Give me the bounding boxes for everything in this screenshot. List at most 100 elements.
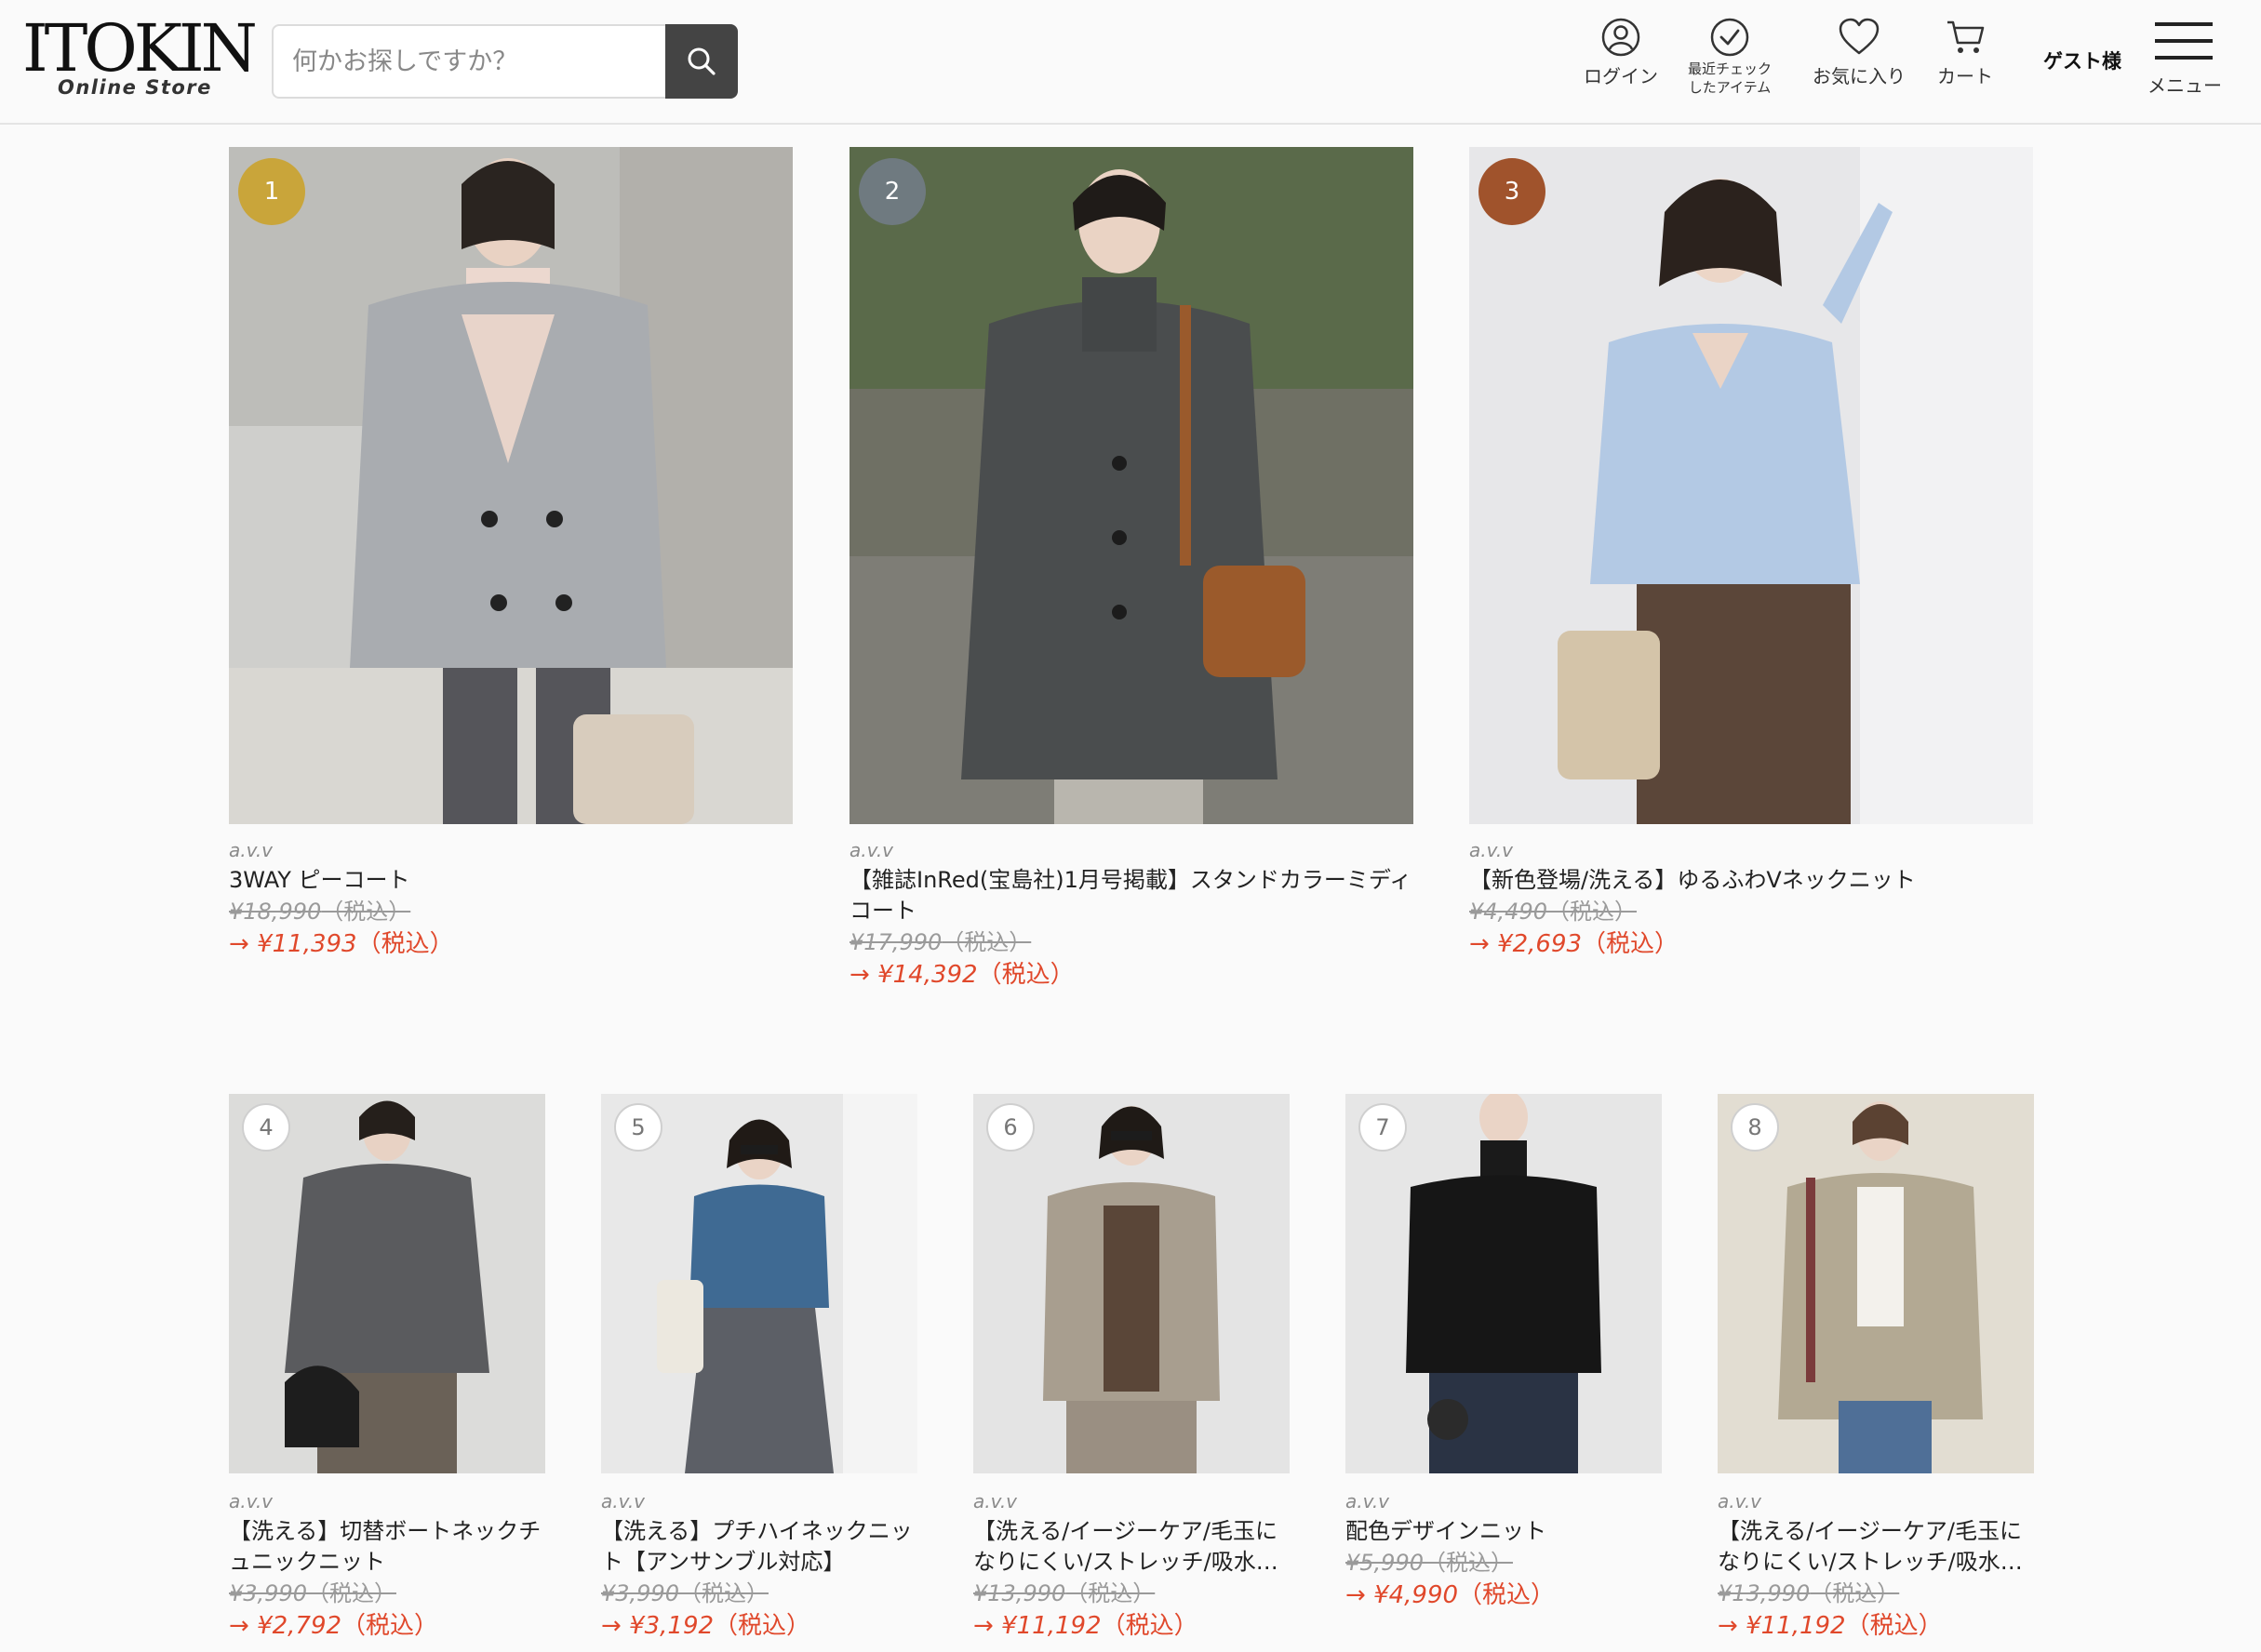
original-price: ¥3,990（税込）	[601, 1578, 917, 1609]
product-name[interactable]: 【洗える】切替ボートネックチュニックニット	[229, 1516, 545, 1578]
product-card[interactable]: 7 a.v.v 配色デザインニット ¥5,990（税込） → ¥4,990（税込…	[1345, 1094, 1662, 1652]
tax-label: （税込）	[356, 930, 454, 958]
rank-badge: 8	[1731, 1103, 1779, 1152]
product-image[interactable]: 5	[601, 1094, 917, 1473]
original-price-value: ¥4,490	[1469, 899, 1547, 925]
user-icon	[1601, 18, 1640, 57]
product-name[interactable]: 【洗える/イージーケア/毛玉になりにくい/ストレッチ/吸水…	[1718, 1516, 2034, 1578]
original-price-value: ¥3,990	[601, 1580, 679, 1606]
product-name[interactable]: 【雑誌InRed(宝島社)1月号掲載】スタンドカラーミディコート	[850, 865, 1413, 926]
tax-label: （税込）	[341, 1612, 439, 1640]
sale-price-value: ¥3,192	[629, 1612, 715, 1640]
product-card[interactable]: 1 a.v.v 3WAY ピーコート ¥18,990（税込） → ¥11,393…	[229, 147, 793, 984]
search-button[interactable]	[665, 24, 738, 99]
product-name[interactable]: 配色デザインニット	[1345, 1516, 1662, 1547]
cart-label: カート	[1937, 65, 1993, 87]
product-image[interactable]: 1	[229, 147, 793, 824]
original-price-value: ¥13,990	[1718, 1580, 1811, 1606]
tax-label: （税込）	[1582, 930, 1679, 958]
tax-label: （税込）	[306, 1580, 396, 1606]
product-brand: a.v.v	[1718, 1490, 1762, 1512]
product-photo	[601, 1094, 917, 1473]
product-image[interactable]: 3	[1469, 147, 2033, 824]
arrow-icon: →	[1469, 930, 1490, 958]
menu-label: メニュー	[2147, 74, 2222, 97]
product-info: a.v.v 配色デザインニット ¥5,990（税込） → ¥4,990（税込）	[1345, 1488, 1662, 1612]
search-input[interactable]	[272, 24, 665, 99]
product-photo	[229, 147, 793, 824]
sale-price: → ¥2,693（税込）	[1469, 927, 2033, 961]
product-name[interactable]: 【新色登場/洗える】ゆるふわVネックニット	[1469, 865, 2033, 896]
product-card[interactable]: 5 a.v.v 【洗える】プチハイネックニット【アンサンブル対応】 ¥3,990…	[601, 1094, 917, 1652]
search-icon	[688, 47, 716, 75]
original-price: ¥5,990（税込）	[1345, 1547, 1662, 1579]
tax-label: （税込）	[1458, 1581, 1556, 1609]
product-image[interactable]: 8	[1718, 1094, 2034, 1473]
product-image[interactable]: 7	[1345, 1094, 1662, 1473]
original-price: ¥18,990（税込）	[229, 896, 793, 927]
recently-viewed-link[interactable]: 最近チェック したアイテム	[1688, 17, 1772, 97]
rank-badge: 6	[986, 1103, 1035, 1152]
original-price: ¥17,990（税込）	[850, 926, 1413, 958]
product-photo	[1345, 1094, 1662, 1473]
product-brand: a.v.v	[229, 839, 274, 861]
itokin-logo[interactable]: ITOKIN Online Store	[22, 13, 258, 102]
rank-badge: 3	[1478, 158, 1545, 225]
product-card[interactable]: 4 a.v.v 【洗える】切替ボートネックチュニックニット ¥3,990（税込）…	[229, 1094, 545, 1652]
product-name[interactable]: 【洗える/イージーケア/毛玉になりにくい/ストレッチ/吸水…	[973, 1516, 1290, 1578]
cart-link[interactable]: カート	[1937, 17, 1993, 88]
login-label: ログイン	[1584, 65, 1658, 87]
recently-viewed-line1: 最近チェック	[1688, 60, 1773, 77]
arrow-icon: →	[850, 961, 870, 989]
original-price: ¥4,490（税込）	[1469, 896, 2033, 927]
arrow-icon: →	[229, 1612, 249, 1640]
product-photo	[1469, 147, 2033, 824]
tax-label: （税込）	[678, 1580, 769, 1606]
product-card[interactable]: 6 a.v.v 【洗える/イージーケア/毛玉になりにくい/ストレッチ/吸水… ¥…	[973, 1094, 1290, 1652]
product-brand: a.v.v	[850, 839, 894, 861]
arrow-icon: →	[601, 1612, 622, 1640]
sale-price-value: ¥11,192	[1001, 1612, 1102, 1640]
product-name[interactable]: 【洗える】プチハイネックニット【アンサンブル対応】	[601, 1516, 917, 1578]
favorites-label: お気に入り	[1813, 65, 1906, 87]
original-price-value: ¥13,990	[973, 1580, 1066, 1606]
tax-label: （税込）	[1546, 899, 1637, 925]
product-photo	[973, 1094, 1290, 1473]
cart-icon	[1947, 20, 1985, 53]
sale-price: → ¥4,990（税込）	[1345, 1579, 1662, 1612]
original-price: ¥3,990（税込）	[229, 1578, 545, 1609]
sale-price: → ¥3,192（税込）	[601, 1609, 917, 1643]
product-card[interactable]: 8 a.v.v 【洗える/イージーケア/毛玉になりにくい/ストレッチ/吸水… ¥…	[1718, 1094, 2034, 1652]
product-brand: a.v.v	[1469, 839, 1514, 861]
product-image[interactable]: 4	[229, 1094, 545, 1473]
sale-price-value: ¥11,192	[1746, 1612, 1846, 1640]
rank-badge: 1	[238, 158, 305, 225]
guest-name[interactable]: ゲスト様	[2043, 47, 2121, 74]
product-info: a.v.v 3WAY ピーコート ¥18,990（税込） → ¥11,393（税…	[229, 837, 793, 961]
sale-price: → ¥11,192（税込）	[1718, 1609, 2034, 1643]
rank-badge: 2	[859, 158, 926, 225]
favorites-link[interactable]: お気に入り	[1813, 17, 1906, 88]
product-info: a.v.v 【洗える】プチハイネックニット【アンサンブル対応】 ¥3,990（税…	[601, 1488, 917, 1643]
product-name[interactable]: 3WAY ピーコート	[229, 865, 793, 896]
arrow-icon: →	[973, 1612, 994, 1640]
login-link[interactable]: ログイン	[1584, 17, 1658, 88]
sale-price-value: ¥14,392	[877, 961, 978, 989]
tax-label: （税込）	[1810, 1580, 1900, 1606]
sale-price-value: ¥11,393	[257, 930, 357, 958]
product-card[interactable]: 3 a.v.v 【新色登場/洗える】ゆるふわVネックニット ¥4,490（税込）…	[1469, 147, 2033, 984]
product-brand: a.v.v	[1345, 1490, 1390, 1512]
tax-label: （税込）	[1101, 1612, 1198, 1640]
original-price-value: ¥18,990	[229, 899, 322, 925]
product-brand: a.v.v	[973, 1490, 1018, 1512]
product-photo	[850, 147, 1413, 824]
product-image[interactable]: 2	[850, 147, 1413, 824]
heart-icon	[1839, 18, 1880, 55]
rank-badge: 4	[242, 1103, 290, 1152]
sale-price-value: ¥2,792	[257, 1612, 342, 1640]
product-image[interactable]: 6	[973, 1094, 1290, 1473]
product-card[interactable]: 2 a.v.v 【雑誌InRed(宝島社)1月号掲載】スタンドカラーミディコート…	[850, 147, 1413, 1003]
sale-price-value: ¥2,693	[1497, 930, 1583, 958]
arrow-icon: →	[1345, 1581, 1366, 1609]
tax-label: （税込）	[1065, 1580, 1156, 1606]
